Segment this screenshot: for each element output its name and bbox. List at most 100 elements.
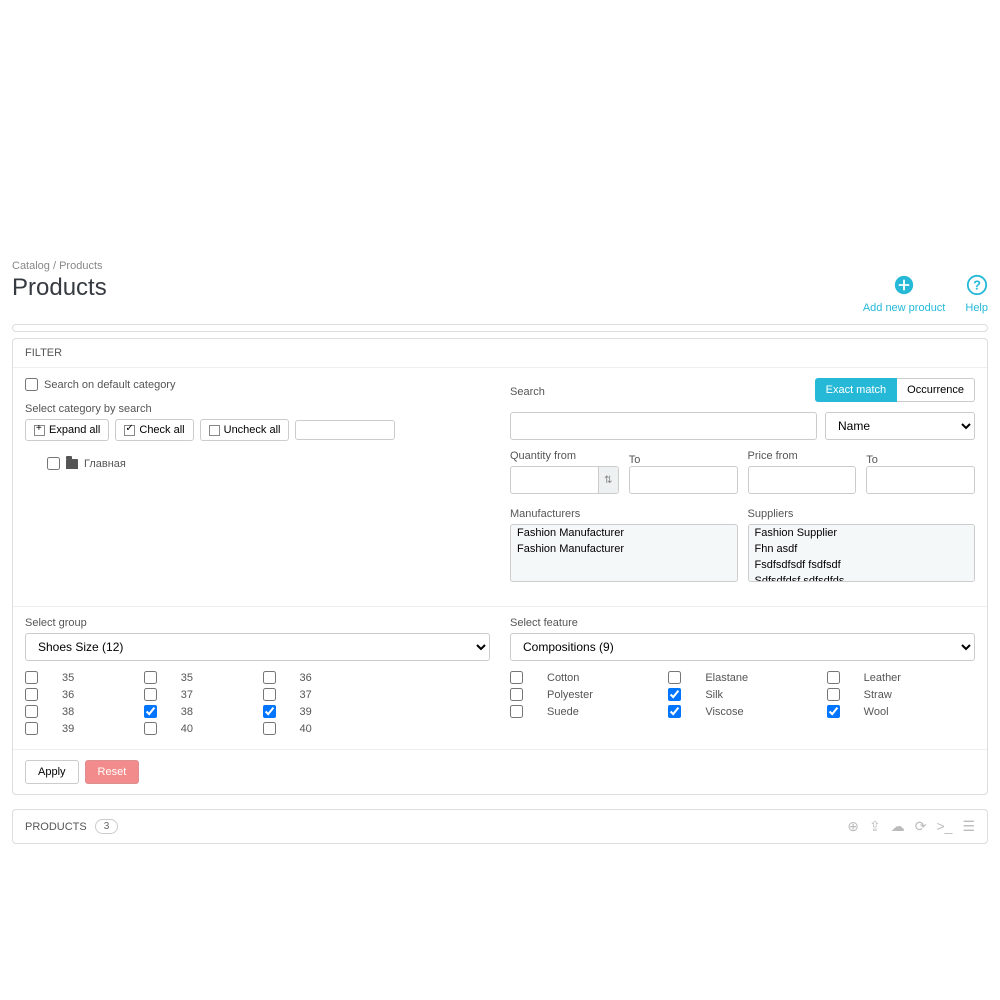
select-category-label: Select category by search	[25, 403, 490, 415]
exact-match-button[interactable]: Exact match	[815, 378, 898, 402]
export-icon[interactable]: ⇪	[869, 818, 881, 835]
feature-checkbox[interactable]	[510, 688, 523, 701]
feature-select[interactable]: Compositions (9)	[510, 633, 975, 661]
uncheck-all-button[interactable]: Uncheck all	[200, 419, 290, 441]
size-checkbox[interactable]	[144, 705, 157, 718]
size-checkbox[interactable]	[263, 705, 276, 718]
stepper-icon[interactable]: ⇅	[598, 467, 618, 493]
size-checkbox[interactable]	[144, 722, 157, 735]
feature-cell: Polyester	[510, 688, 658, 701]
size-cell: 35	[144, 671, 253, 684]
manufacturer-option[interactable]: Fashion Manufacturer	[511, 541, 737, 557]
search-default-category-checkbox[interactable]	[25, 378, 38, 391]
apply-button[interactable]: Apply	[25, 760, 79, 784]
cloud-icon[interactable]: ☁	[891, 818, 905, 835]
size-cell	[381, 671, 490, 684]
size-cell	[381, 688, 490, 701]
size-cell: 36	[25, 688, 134, 701]
expand-all-button[interactable]: Expand all	[25, 419, 109, 441]
search-field-select[interactable]: Name	[825, 412, 975, 440]
match-toggle[interactable]: Exact match Occurrence	[815, 378, 975, 402]
size-cell: 37	[144, 688, 253, 701]
suppliers-select[interactable]: Fashion SupplierFhn asdfFsdfsdfsdf fsdfs…	[748, 524, 976, 582]
size-checkbox[interactable]	[144, 688, 157, 701]
feature-checkbox[interactable]	[827, 688, 840, 701]
breadcrumb-products[interactable]: Products	[59, 260, 102, 272]
size-checkbox[interactable]	[263, 671, 276, 684]
size-checkbox[interactable]	[144, 671, 157, 684]
group-select[interactable]: Shoes Size (12)	[25, 633, 490, 661]
size-checkbox[interactable]	[25, 722, 38, 735]
feature-checkbox[interactable]	[827, 705, 840, 718]
search-input[interactable]	[510, 412, 817, 440]
page-title: Products	[12, 274, 107, 302]
size-cell: 37	[263, 688, 372, 701]
plus-icon[interactable]: ⊕	[847, 818, 859, 835]
filter-heading: FILTER	[13, 339, 987, 368]
feature-checkbox[interactable]	[510, 705, 523, 718]
size-cell: 40	[144, 722, 253, 735]
size-checkbox[interactable]	[263, 688, 276, 701]
supplier-option[interactable]: Sdfsdfdsf sdfsdfds	[749, 573, 975, 582]
check-box-icon	[124, 425, 135, 436]
help-circle-icon: ?	[966, 274, 988, 300]
size-cell: 36	[263, 671, 372, 684]
select-group-label: Select group	[25, 617, 490, 629]
size-cell: 38	[25, 705, 134, 718]
supplier-option[interactable]: Fashion Supplier	[749, 525, 975, 541]
tree-root-label: Главная	[84, 458, 126, 470]
products-count-badge: 3	[95, 819, 119, 834]
breadcrumb: Catalog / Products	[12, 260, 988, 272]
size-checkbox[interactable]	[25, 671, 38, 684]
supplier-option[interactable]: Fhn asdf	[749, 541, 975, 557]
feature-checkbox[interactable]	[510, 671, 523, 684]
plus-box-icon	[34, 425, 45, 436]
feature-checkbox[interactable]	[668, 671, 681, 684]
filter-panel: FILTER Search on default category Select…	[12, 338, 988, 795]
feature-checkbox[interactable]	[668, 705, 681, 718]
occurrence-button[interactable]: Occurrence	[897, 378, 975, 402]
folder-icon	[66, 459, 78, 469]
products-label: PRODUCTS	[25, 821, 87, 833]
list-icon[interactable]: ☰	[962, 818, 975, 835]
feature-cell: Leather	[827, 671, 975, 684]
feature-cell: Straw	[827, 688, 975, 701]
select-feature-label: Select feature	[510, 617, 975, 629]
category-search-input[interactable]	[295, 420, 395, 440]
feature-checkbox[interactable]	[668, 688, 681, 701]
feature-cell: Cotton	[510, 671, 658, 684]
price-to-label: To	[866, 454, 975, 466]
check-all-button[interactable]: Check all	[115, 419, 193, 441]
qty-to-input[interactable]	[629, 466, 738, 494]
size-cell: 40	[263, 722, 372, 735]
tree-root-item[interactable]: Главная	[25, 451, 490, 476]
feature-checkbox[interactable]	[827, 671, 840, 684]
feature-cell: Viscose	[668, 705, 816, 718]
price-from-input[interactable]	[748, 466, 857, 494]
size-cell: 35	[25, 671, 134, 684]
search-label: Search	[510, 386, 807, 398]
add-new-product-button[interactable]: Add new product	[863, 274, 946, 314]
supplier-option[interactable]: Fsdfsdfsdf fsdfsdf	[749, 557, 975, 573]
feature-cell: Suede	[510, 705, 658, 718]
help-button[interactable]: ? Help	[965, 274, 988, 314]
size-checkbox[interactable]	[25, 688, 38, 701]
tree-root-checkbox[interactable]	[47, 457, 60, 470]
feature-cell: Silk	[668, 688, 816, 701]
feature-cell: Elastane	[668, 671, 816, 684]
qty-to-label: To	[629, 454, 738, 466]
add-label: Add new product	[863, 302, 946, 314]
breadcrumb-catalog[interactable]: Catalog	[12, 260, 50, 272]
refresh-icon[interactable]: ⟳	[915, 818, 927, 835]
suppliers-label: Suppliers	[748, 508, 976, 520]
size-checkbox[interactable]	[263, 722, 276, 735]
size-cell	[381, 722, 490, 735]
manufacturers-select[interactable]: Fashion ManufacturerFashion Manufacturer	[510, 524, 738, 582]
products-panel: PRODUCTS 3 ⊕ ⇪ ☁ ⟳ >_ ☰	[12, 809, 988, 844]
empty-box-icon	[209, 425, 220, 436]
terminal-icon[interactable]: >_	[936, 818, 952, 835]
manufacturer-option[interactable]: Fashion Manufacturer	[511, 525, 737, 541]
size-checkbox[interactable]	[25, 705, 38, 718]
reset-button[interactable]: Reset	[85, 760, 140, 784]
price-to-input[interactable]	[866, 466, 975, 494]
